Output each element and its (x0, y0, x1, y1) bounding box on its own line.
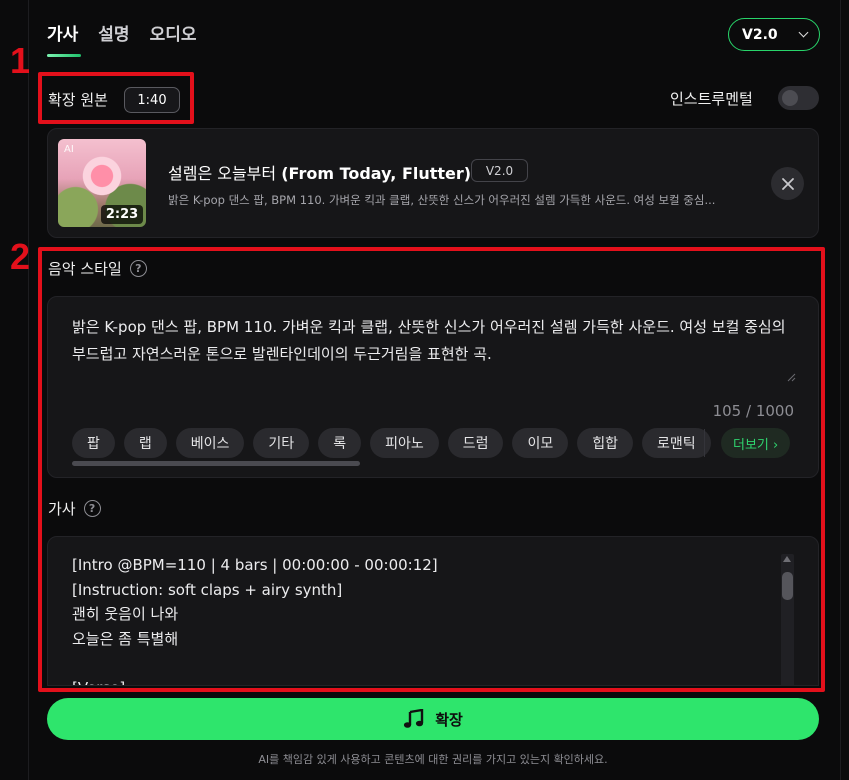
extend-duration-input[interactable]: 1:40 (124, 87, 180, 113)
style-chip[interactable]: 로맨틱 (642, 428, 711, 458)
scroll-up-arrow-icon[interactable] (783, 556, 791, 562)
song-title: 설렘은 오늘부터 (From Today, Flutter) (168, 160, 471, 184)
cover-ai-tag: AI (64, 144, 74, 155)
chip-divider (704, 429, 705, 457)
scrollbar-thumb[interactable] (782, 572, 793, 600)
chip-scrollbar[interactable] (72, 461, 360, 466)
source-song-card: AI 2:23 설렘은 오늘부터 (From Today, Flutter) V… (47, 128, 819, 238)
chevron-down-icon (798, 27, 809, 38)
tab-bar: 가사 설명 오디오 (47, 20, 196, 57)
annotation-number-1: 1 (10, 40, 31, 81)
extend-button-label: 확장 (435, 710, 463, 729)
lyric-line: [Instruction: soft claps + airy synth] (72, 580, 343, 599)
style-chip[interactable]: 이모 (512, 428, 569, 458)
style-chip[interactable]: 팝 (72, 428, 115, 458)
instrumental-label: 인스트루멘털 (670, 90, 753, 108)
song-cover-image: AI 2:23 (58, 139, 146, 227)
remove-song-button[interactable] (771, 167, 804, 200)
style-chip[interactable]: 랩 (123, 428, 167, 458)
lyrics-textarea[interactable]: [Intro @BPM=110 | 4 bars | 00:00:00 - 00… (47, 536, 819, 686)
resize-grip-icon[interactable] (787, 373, 796, 382)
music-note-icon (404, 709, 424, 728)
extend-source-label: 확장 원본 (48, 91, 108, 109)
lyrics-scrollbar[interactable] (781, 554, 794, 685)
version-select[interactable]: V2.0 (728, 18, 820, 51)
style-chip[interactable]: 드럼 (447, 428, 504, 458)
tab-lyrics[interactable]: 가사 (47, 20, 82, 57)
song-title-english: (From Today, Flutter) (281, 164, 472, 183)
style-chip[interactable]: 힙합 (577, 428, 634, 458)
character-count: 105 / 1000 (712, 402, 794, 420)
lyric-line: [Intro @BPM=110 | 4 bars | 00:00:00 - 00… (72, 556, 438, 574)
lyric-line: 오늘은 좀 특별해 (72, 629, 179, 648)
lyrics-heading: 가사 ? (48, 498, 101, 519)
help-icon[interactable]: ? (129, 260, 147, 277)
music-style-textarea[interactable]: 밝은 K-pop 댄스 팝, BPM 110. 가벼운 킥과 클랩, 산뜻한 신… (72, 314, 802, 368)
style-chip[interactable]: 록 (318, 428, 362, 458)
instrumental-toggle[interactable] (778, 86, 819, 110)
close-icon (781, 177, 794, 190)
extend-button[interactable]: 확장 (47, 698, 819, 740)
lyrics-label: 가사 (48, 500, 76, 518)
lyrics-content: [Intro @BPM=110 | 4 bars | 00:00:00 - 00… (72, 553, 772, 685)
music-style-label: 음악 스타일 (48, 260, 122, 278)
toggle-knob (782, 90, 798, 106)
footer-note: AI를 책임감 있게 사용하고 콘텐츠에 대한 권리를 가지고 있는지 확인하세… (258, 753, 608, 766)
lyric-line: 괜히 웃음이 나와 (72, 605, 179, 624)
style-chip-row: 팝 랩 베이스 기타 록 피아노 드럼 이모 힙합 로맨틱 (72, 428, 711, 458)
music-style-heading: 음악 스타일 ? (48, 258, 147, 279)
lyric-line: [Verse] (72, 676, 772, 685)
help-icon[interactable]: ? (83, 500, 101, 517)
lyric-line (72, 651, 772, 676)
song-version-badge: V2.0 (471, 159, 528, 182)
right-divider (840, 0, 841, 780)
tab-description[interactable]: 설명 (98, 20, 129, 57)
version-select-value: V2.0 (742, 26, 778, 43)
tab-audio[interactable]: 오디오 (150, 20, 197, 57)
style-chip[interactable]: 베이스 (175, 428, 245, 458)
style-chip[interactable]: 기타 (253, 428, 310, 458)
more-styles-button[interactable]: 더보기 › (721, 428, 791, 458)
cover-duration: 2:23 (101, 205, 143, 224)
left-divider (28, 0, 29, 780)
song-title-text: 설렘은 오늘부터 (168, 164, 282, 183)
annotation-number-2: 2 (10, 236, 31, 277)
song-description: 밝은 K-pop 댄스 팝, BPM 110. 가벼운 킥과 클랩, 산뜻한 신… (168, 193, 716, 207)
music-style-box: 밝은 K-pop 댄스 팝, BPM 110. 가벼운 킥과 클랩, 산뜻한 신… (47, 296, 819, 478)
style-chip[interactable]: 피아노 (370, 428, 439, 458)
